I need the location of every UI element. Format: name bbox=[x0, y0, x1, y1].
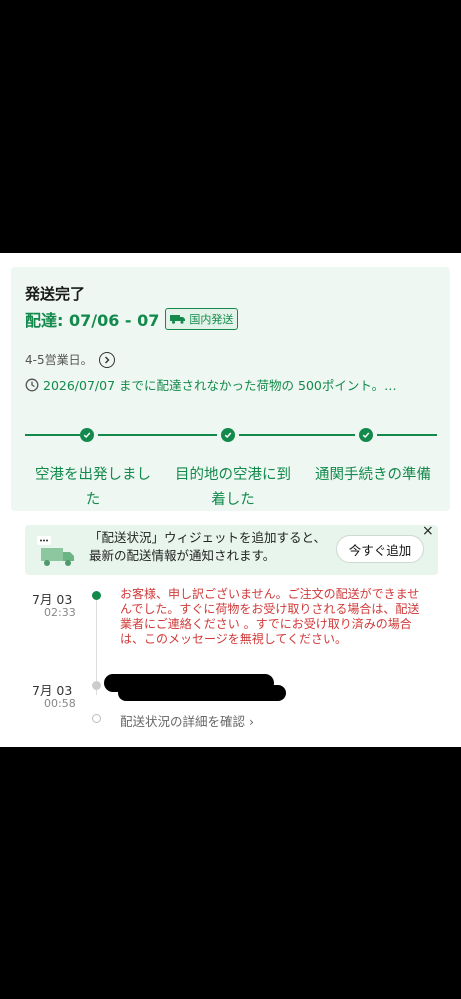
guarantee-text: 2026/07/07 までに配達されなかった荷物の 500ポイント。… bbox=[43, 378, 397, 393]
chevron-right-icon[interactable] bbox=[98, 351, 115, 368]
event-description: お客様、申し訳ございません。ご注文の配送ができませんでした。すぐに荷物をお受け取… bbox=[120, 587, 420, 646]
domestic-badge-label: 国内発送 bbox=[189, 313, 234, 326]
delivery-estimate: 配達: 07/06 - 07 国内発送 bbox=[25, 307, 239, 331]
widget-message: 「配送状況」ウィジェットを追加すると、最新の配送情報が通知されます。 bbox=[89, 530, 327, 563]
business-days-text: 4-5営業日。 bbox=[25, 353, 93, 367]
check-icon bbox=[80, 428, 94, 442]
progress-step: 空港を出発しまし た bbox=[35, 467, 151, 508]
clock-icon bbox=[25, 378, 39, 391]
status-title: 発送完了 bbox=[25, 285, 86, 303]
delivery-truck-icon bbox=[37, 536, 74, 566]
redacted-text bbox=[118, 685, 286, 701]
domestic-shipping-badge: 国内発送 bbox=[165, 308, 239, 330]
progress-segment bbox=[98, 434, 217, 436]
progress-segment bbox=[239, 434, 355, 436]
progress-step: 目的地の空港に到 着した bbox=[175, 467, 291, 508]
event-time: 02:33 bbox=[44, 606, 76, 619]
timeline-dot bbox=[92, 681, 101, 690]
close-icon[interactable]: × bbox=[422, 523, 434, 539]
chevron-right-icon: › bbox=[249, 714, 255, 729]
business-days-row[interactable]: 4-5営業日。 bbox=[25, 351, 115, 368]
progress-segment bbox=[377, 434, 437, 436]
timeline-dot-empty bbox=[92, 714, 101, 723]
order-tracking-panel: 発送完了 配達: 07/06 - 07 国内発送 4-5営業日。 2026/07… bbox=[0, 253, 461, 747]
tracking-details-label: 配送状況の詳細を確認 bbox=[120, 714, 246, 729]
event-time: 00:58 bbox=[44, 697, 76, 710]
truck-icon bbox=[170, 315, 186, 324]
delivery-date-label: 配達: 07/06 - 07 bbox=[25, 311, 160, 330]
check-icon bbox=[359, 428, 373, 442]
progress-segment bbox=[25, 434, 80, 436]
tracking-details-link[interactable]: 配送状況の詳細を確認 › bbox=[120, 711, 254, 730]
delivery-guarantee[interactable]: 2026/07/07 までに配達されなかった荷物の 500ポイント。… bbox=[25, 375, 435, 394]
add-widget-button[interactable]: 今すぐ追加 bbox=[336, 535, 424, 563]
shipment-summary-card: 発送完了 配達: 07/06 - 07 国内発送 4-5営業日。 2026/07… bbox=[11, 267, 450, 511]
shipping-progress-bar bbox=[25, 428, 437, 442]
widget-promo-banner: 「配送状況」ウィジェットを追加すると、最新の配送情報が通知されます。 今すぐ追加… bbox=[25, 523, 438, 575]
timeline-dot-active bbox=[92, 591, 101, 600]
check-icon bbox=[221, 428, 235, 442]
progress-step: 通関手続きの準備 bbox=[315, 467, 431, 483]
progress-steps: 空港を出発しまし た 目的地の空港に到 着した 通関手続きの準備 bbox=[23, 463, 443, 513]
